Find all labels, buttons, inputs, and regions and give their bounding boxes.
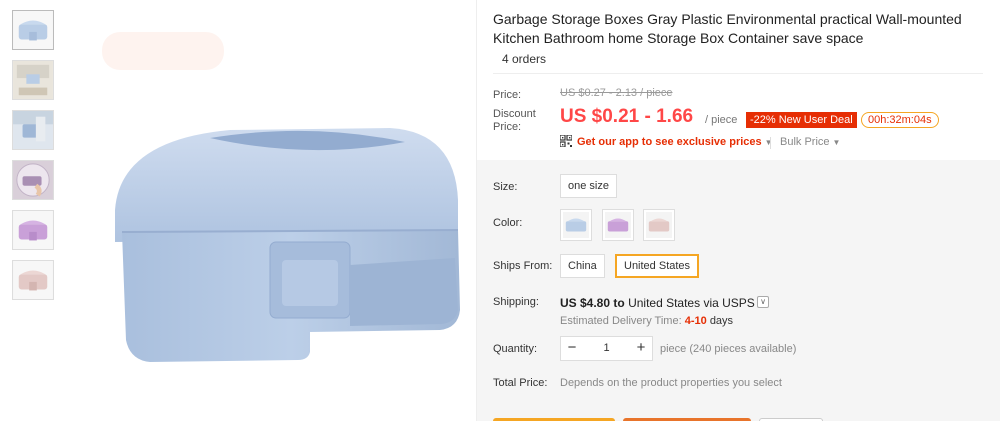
quantity-stepper: − + (560, 336, 653, 361)
thumbnail-2[interactable] (12, 60, 54, 100)
size-option-one-size[interactable]: one size (560, 174, 617, 198)
shipping-cost: US $4.80 (560, 296, 611, 310)
thumbnail-5[interactable] (12, 210, 54, 250)
bulk-price-dropdown[interactable]: Bulk Price ▼ (780, 136, 840, 148)
countdown-timer: 00h:32m:04s (861, 112, 939, 128)
promo-separator (770, 137, 771, 149)
qr-code-icon (560, 135, 572, 147)
estimated-delivery: Estimated Delivery Time: 4-10 days (560, 315, 733, 327)
product-info-panel: Garbage Storage Boxes Gray Plastic Envir… (477, 0, 1000, 421)
quantity-label: Quantity: (493, 343, 538, 355)
size-label: Size: (493, 181, 518, 193)
available-pieces: piece (240 pieces available) (660, 343, 797, 355)
price-unit: / piece (705, 114, 738, 126)
shipping-options-chevron-icon[interactable]: ∨ (757, 296, 769, 308)
ships-from-united-states[interactable]: United States (615, 254, 700, 278)
ships-from-china[interactable]: China (560, 254, 605, 278)
orders-count: 4 orders (502, 52, 547, 66)
thumbnail-4[interactable] (12, 160, 54, 200)
product-title: Garbage Storage Boxes Gray Plastic Envir… (493, 11, 962, 46)
storage-box-illustration (115, 128, 460, 362)
original-price: US $0.27 - 2.13 / piece (560, 87, 673, 99)
shipping-destination: United States (628, 296, 701, 310)
color-label: Color: (493, 217, 523, 229)
quantity-increase-button[interactable]: + (630, 337, 652, 360)
quantity-input[interactable] (583, 337, 630, 360)
discount-price: US $0.21 - 1.66 (560, 106, 694, 127)
chevron-down-icon: ▼ (764, 138, 773, 147)
total-price-hint: Depends on the product properties you se… (560, 377, 782, 389)
shipping-label: Shipping: (493, 296, 539, 308)
chevron-down-icon: ▼ (832, 138, 841, 147)
title-divider (493, 73, 983, 74)
total-price-label: Total Price: (493, 377, 548, 389)
price-label: Price: (493, 89, 522, 101)
thumbnail-1[interactable] (12, 10, 54, 50)
color-option-blue[interactable] (560, 209, 592, 241)
thumbnail-3[interactable] (12, 110, 54, 150)
color-option-purple[interactable] (602, 209, 634, 241)
store-watermark (102, 32, 224, 70)
delivery-days-word: days (709, 315, 734, 327)
color-option-pink[interactable] (643, 209, 675, 241)
shipping-summary: US $4.80 to United States via USPS (560, 296, 755, 310)
delivery-estimate-days: 4-10 (684, 315, 707, 327)
app-promo-text: Get our app to see exclusive prices (577, 136, 762, 148)
delivery-estimate-label: Estimated Delivery Time: (560, 315, 682, 327)
ships-from-label: Ships From: (493, 260, 553, 272)
shipping-to-word: to (613, 296, 625, 310)
main-product-image (60, 10, 475, 421)
thumbnail-6[interactable] (12, 260, 54, 300)
discount-price-label: Discount Price: (493, 108, 536, 133)
new-user-deal-badge: -22% New User Deal (746, 112, 857, 128)
thumbnail-list (12, 10, 56, 310)
shipping-carrier: via USPS (703, 296, 755, 310)
quantity-decrease-button[interactable]: − (561, 337, 583, 360)
bulk-price-label: Bulk Price (780, 136, 830, 148)
app-promo-link[interactable]: Get our app to see exclusive prices ▼ (577, 136, 773, 148)
